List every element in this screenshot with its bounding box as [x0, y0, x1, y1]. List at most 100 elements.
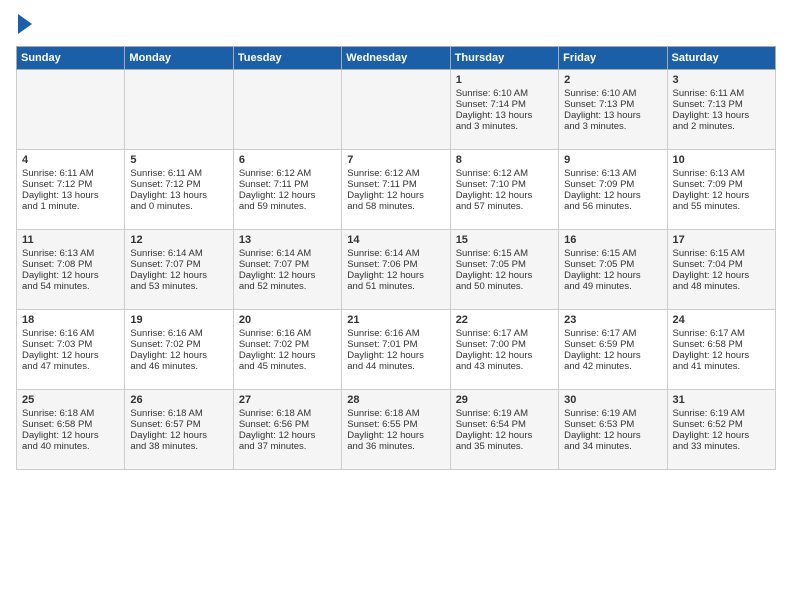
day-number: 18 — [22, 314, 119, 326]
day-info: Sunrise: 6:14 AM — [347, 248, 444, 259]
calendar-cell: 25Sunrise: 6:18 AMSunset: 6:58 PMDayligh… — [17, 390, 125, 470]
day-info: Sunrise: 6:16 AM — [347, 328, 444, 339]
day-info: Daylight: 12 hours — [456, 270, 553, 281]
calendar-cell: 30Sunrise: 6:19 AMSunset: 6:53 PMDayligh… — [559, 390, 667, 470]
day-header-thursday: Thursday — [450, 47, 558, 70]
day-number: 1 — [456, 74, 553, 86]
calendar-cell: 22Sunrise: 6:17 AMSunset: 7:00 PMDayligh… — [450, 310, 558, 390]
day-header-wednesday: Wednesday — [342, 47, 450, 70]
day-number: 7 — [347, 154, 444, 166]
logo — [16, 16, 32, 34]
day-number: 23 — [564, 314, 661, 326]
day-info: Sunset: 7:13 PM — [673, 99, 770, 110]
day-info: and 58 minutes. — [347, 201, 444, 212]
day-info: and 42 minutes. — [564, 361, 661, 372]
day-number: 25 — [22, 394, 119, 406]
day-info: Daylight: 12 hours — [347, 270, 444, 281]
page-header — [16, 16, 776, 34]
day-number: 14 — [347, 234, 444, 246]
day-info: Sunset: 7:03 PM — [22, 339, 119, 350]
day-info: and 54 minutes. — [22, 281, 119, 292]
calendar-cell: 5Sunrise: 6:11 AMSunset: 7:12 PMDaylight… — [125, 150, 233, 230]
day-info: Sunset: 7:07 PM — [130, 259, 227, 270]
day-info: Sunset: 7:12 PM — [22, 179, 119, 190]
day-number: 3 — [673, 74, 770, 86]
calendar-cell: 7Sunrise: 6:12 AMSunset: 7:11 PMDaylight… — [342, 150, 450, 230]
day-info: and 40 minutes. — [22, 441, 119, 452]
day-info: Sunrise: 6:11 AM — [130, 168, 227, 179]
day-info: Sunrise: 6:18 AM — [22, 408, 119, 419]
day-info: Sunrise: 6:18 AM — [130, 408, 227, 419]
day-info: Sunrise: 6:10 AM — [456, 88, 553, 99]
day-info: Daylight: 13 hours — [22, 190, 119, 201]
day-info: Daylight: 13 hours — [456, 110, 553, 121]
day-number: 20 — [239, 314, 336, 326]
day-info: Sunrise: 6:17 AM — [564, 328, 661, 339]
calendar-table: SundayMondayTuesdayWednesdayThursdayFrid… — [16, 46, 776, 470]
day-info: Daylight: 13 hours — [673, 110, 770, 121]
day-info: and 55 minutes. — [673, 201, 770, 212]
day-number: 22 — [456, 314, 553, 326]
calendar-cell: 15Sunrise: 6:15 AMSunset: 7:05 PMDayligh… — [450, 230, 558, 310]
day-info: Daylight: 12 hours — [564, 430, 661, 441]
day-info: and 2 minutes. — [673, 121, 770, 132]
day-info: and 35 minutes. — [456, 441, 553, 452]
day-info: Sunrise: 6:14 AM — [239, 248, 336, 259]
day-info: and 50 minutes. — [456, 281, 553, 292]
day-info: and 52 minutes. — [239, 281, 336, 292]
day-info: Sunset: 6:53 PM — [564, 419, 661, 430]
logo-arrow-icon — [18, 14, 32, 34]
day-info: Sunrise: 6:16 AM — [130, 328, 227, 339]
calendar-week-1: 1Sunrise: 6:10 AMSunset: 7:14 PMDaylight… — [17, 70, 776, 150]
day-info: and 38 minutes. — [130, 441, 227, 452]
calendar-week-3: 11Sunrise: 6:13 AMSunset: 7:08 PMDayligh… — [17, 230, 776, 310]
calendar-cell — [342, 70, 450, 150]
day-number: 9 — [564, 154, 661, 166]
day-number: 27 — [239, 394, 336, 406]
day-info: Sunset: 7:10 PM — [456, 179, 553, 190]
calendar-week-4: 18Sunrise: 6:16 AMSunset: 7:03 PMDayligh… — [17, 310, 776, 390]
day-info: Sunrise: 6:11 AM — [22, 168, 119, 179]
day-info: Sunset: 6:54 PM — [456, 419, 553, 430]
day-header-saturday: Saturday — [667, 47, 775, 70]
day-info: Sunset: 6:58 PM — [22, 419, 119, 430]
day-info: Sunrise: 6:17 AM — [456, 328, 553, 339]
day-info: Daylight: 12 hours — [22, 350, 119, 361]
day-info: and 43 minutes. — [456, 361, 553, 372]
day-number: 16 — [564, 234, 661, 246]
calendar-cell: 9Sunrise: 6:13 AMSunset: 7:09 PMDaylight… — [559, 150, 667, 230]
day-info: Sunrise: 6:16 AM — [22, 328, 119, 339]
calendar-week-5: 25Sunrise: 6:18 AMSunset: 6:58 PMDayligh… — [17, 390, 776, 470]
calendar-cell: 12Sunrise: 6:14 AMSunset: 7:07 PMDayligh… — [125, 230, 233, 310]
day-number: 5 — [130, 154, 227, 166]
day-info: Daylight: 12 hours — [673, 270, 770, 281]
day-info: Sunset: 7:11 PM — [347, 179, 444, 190]
day-number: 19 — [130, 314, 227, 326]
day-info: Sunrise: 6:12 AM — [456, 168, 553, 179]
day-info: Daylight: 12 hours — [239, 270, 336, 281]
day-number: 8 — [456, 154, 553, 166]
day-info: Daylight: 12 hours — [564, 350, 661, 361]
calendar-cell: 24Sunrise: 6:17 AMSunset: 6:58 PMDayligh… — [667, 310, 775, 390]
day-info: Sunset: 6:58 PM — [673, 339, 770, 350]
calendar-cell: 31Sunrise: 6:19 AMSunset: 6:52 PMDayligh… — [667, 390, 775, 470]
calendar-cell: 17Sunrise: 6:15 AMSunset: 7:04 PMDayligh… — [667, 230, 775, 310]
calendar-cell: 18 Sunrise: 6:16 AMSunset: 7:03 PMDayligh… — [17, 310, 125, 390]
day-info: Sunrise: 6:19 AM — [564, 408, 661, 419]
day-info: Daylight: 12 hours — [239, 430, 336, 441]
day-info: Daylight: 12 hours — [456, 190, 553, 201]
day-info: Daylight: 12 hours — [564, 190, 661, 201]
day-number: 26 — [130, 394, 227, 406]
day-info: and 53 minutes. — [130, 281, 227, 292]
calendar-header-row: SundayMondayTuesdayWednesdayThursdayFrid… — [17, 47, 776, 70]
calendar-cell: 11Sunrise: 6:13 AMSunset: 7:08 PMDayligh… — [17, 230, 125, 310]
calendar-cell: 14Sunrise: 6:14 AMSunset: 7:06 PMDayligh… — [342, 230, 450, 310]
day-info: Sunset: 7:00 PM — [456, 339, 553, 350]
calendar-cell: 6Sunrise: 6:12 AMSunset: 7:11 PMDaylight… — [233, 150, 341, 230]
day-info: Sunset: 7:07 PM — [239, 259, 336, 270]
calendar-cell: 26Sunrise: 6:18 AMSunset: 6:57 PMDayligh… — [125, 390, 233, 470]
day-number: 10 — [673, 154, 770, 166]
calendar-cell: 3Sunrise: 6:11 AMSunset: 7:13 PMDaylight… — [667, 70, 775, 150]
day-number: 31 — [673, 394, 770, 406]
day-info: and 51 minutes. — [347, 281, 444, 292]
